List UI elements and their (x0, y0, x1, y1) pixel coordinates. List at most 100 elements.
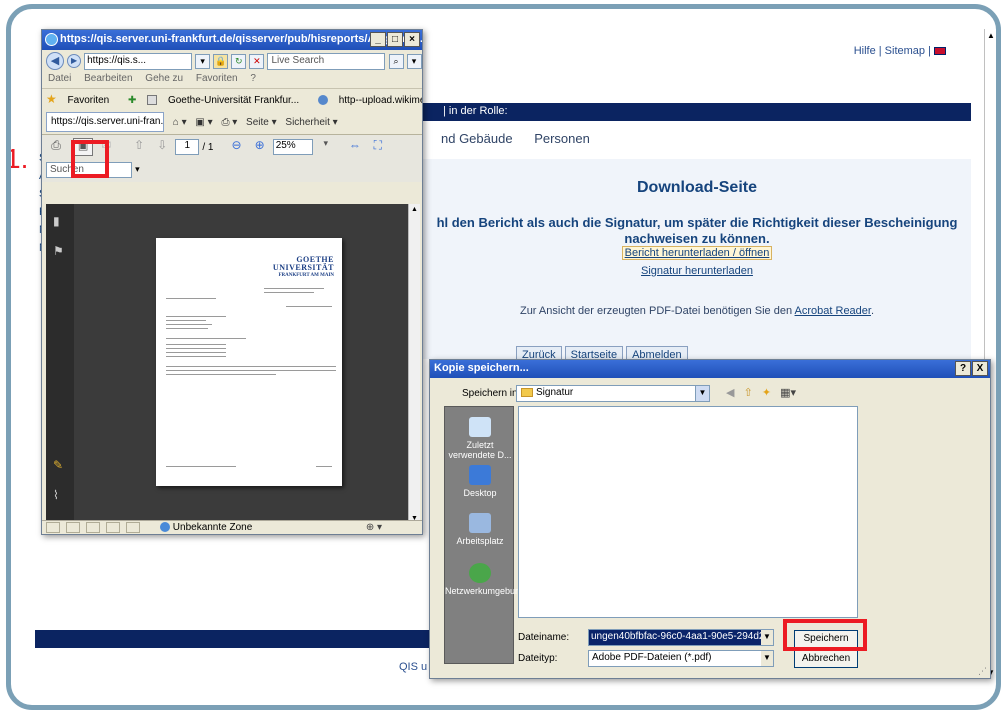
menu-gehe-zu[interactable]: Gehe zu (145, 73, 183, 84)
ie-favorites-bar: ★ Favoriten ✚ Goethe-Universität Frankfu… (42, 88, 422, 110)
place-recent[interactable]: Zuletzt verwendete D... (445, 417, 515, 460)
pages-panel-icon[interactable]: ▮ (53, 214, 67, 228)
resize-grip-icon[interactable]: ⋰ (978, 666, 988, 676)
dialog-titlebar[interactable]: Kopie speichern... ? X (430, 360, 990, 378)
status-segment (106, 522, 120, 533)
favorite-link-wikimedia[interactable]: http--upload.wikimedia.org-... (317, 95, 422, 106)
pdf-search-dropdown-icon[interactable]: ▾ (135, 164, 140, 174)
fit-width-icon[interactable]: ⇔ (345, 138, 365, 156)
window-controls: _ □ × (369, 32, 420, 47)
chevron-down-icon[interactable]: ▼ (761, 630, 773, 645)
cancel-button[interactable]: Abbrechen (794, 650, 858, 668)
page-menu[interactable]: Seite ▾ (246, 117, 277, 128)
comments-icon[interactable]: ✎ (53, 458, 67, 472)
print-pdf-icon[interactable]: ⎙ (46, 138, 66, 156)
text-line (286, 306, 332, 307)
zoom-dropdown-icon[interactable]: ▾ (316, 138, 336, 156)
back-arrow-icon[interactable]: ◀ (46, 52, 64, 70)
search-options-icon[interactable]: ▾ (406, 53, 422, 69)
text-line (166, 370, 336, 371)
pdf-note-text: Zur Ansicht der erzeugten PDF-Datei benö… (519, 305, 793, 317)
filetype-label: Dateityp: (518, 653, 558, 664)
menu-help[interactable]: ? (250, 73, 256, 84)
place-desktop[interactable]: Desktop (445, 465, 515, 498)
live-search-input[interactable]: Live Search (267, 52, 386, 70)
ie-titlebar[interactable]: https://qis.server.uni-frankfurt.de/qiss… (42, 30, 422, 50)
page-total: / 1 (202, 141, 214, 153)
uk-flag-icon[interactable] (934, 47, 946, 56)
attachment-icon[interactable]: ⌇ (53, 488, 67, 502)
close-icon[interactable]: X (972, 361, 988, 376)
place-recent-label: Zuletzt verwendete D... (448, 440, 512, 460)
tab-qis[interactable]: https://qis.server.uni-fran... (46, 112, 164, 132)
refresh-icon[interactable]: ↻ (231, 53, 247, 69)
zoom-in-icon[interactable]: ⊕ (250, 138, 270, 156)
chevron-down-icon[interactable]: ▼ (695, 386, 709, 401)
place-computer-label: Arbeitsplatz (456, 536, 504, 546)
page-down-icon[interactable]: ⇩ (152, 138, 172, 156)
favorites-button[interactable]: ★ Favoriten (46, 92, 117, 106)
top-links-text[interactable]: Hilfe | Sitemap | (854, 45, 931, 57)
screenshot-frame: Hilfe | Sitemap | | in der Rolle: nd Geb… (6, 4, 1001, 710)
place-computer[interactable]: Arbeitsplatz (445, 513, 515, 546)
security-zone: Unbekannte Zone (160, 522, 252, 533)
forward-arrow-icon[interactable]: ▶ (67, 54, 82, 68)
security-menu[interactable]: Sicherheit ▾ (285, 117, 337, 128)
view-menu-icon[interactable]: ▦▾ (780, 387, 796, 399)
menu-item-gebaeude[interactable]: nd Gebäude (441, 131, 513, 146)
dropdown-icon[interactable]: ▾ (195, 53, 211, 69)
text-line (166, 320, 206, 321)
filetype-value: Adobe PDF-Dateien (*.pdf) (592, 652, 712, 663)
fit-page-icon[interactable]: ⛶ (368, 138, 388, 156)
menu-bearbeiten[interactable]: Bearbeiten (84, 73, 132, 84)
pdf-note: Zur Ansicht der erzeugten PDF-Datei benö… (423, 305, 971, 317)
scroll-up-icon[interactable]: ▲ (987, 31, 995, 40)
menu-favoriten[interactable]: Favoriten (196, 73, 238, 84)
top-links[interactable]: Hilfe | Sitemap | (854, 45, 946, 57)
ie-logo-icon (45, 33, 58, 46)
report-download-link[interactable]: Bericht herunterladen / öffnen (621, 246, 773, 260)
signature-download-link[interactable]: Signatur herunterladen (527, 265, 867, 277)
favorite-link-goethe[interactable]: Goethe-Universität Frankfur... (147, 95, 307, 106)
close-icon[interactable]: × (404, 32, 420, 47)
filename-input[interactable]: ungen40bfbfac-96c0-4aa1-90e5-294d27cf278… (588, 629, 774, 646)
back-icon[interactable]: ◀ (726, 387, 734, 399)
menu-datei[interactable]: Datei (48, 73, 71, 84)
places-bar: Zuletzt verwendete D... Desktop Arbeitsp… (444, 406, 525, 664)
desktop-icon (469, 465, 491, 485)
new-folder-icon[interactable]: ✦ (762, 387, 771, 399)
address-input[interactable]: https://qis.s... (84, 52, 193, 70)
text-line (264, 288, 324, 289)
stop-icon[interactable]: ✕ (249, 53, 265, 69)
computer-icon (469, 513, 491, 533)
ie-menubar: Datei Bearbeiten Gehe zu Favoriten ? (42, 72, 422, 88)
status-zoom[interactable]: ⊕ ▾ (366, 522, 382, 533)
dialog-title: Kopie speichern... (434, 362, 529, 374)
look-in-select[interactable]: Signatur ▼ (516, 385, 710, 402)
acrobat-reader-link[interactable]: Acrobat Reader (795, 305, 871, 317)
up-folder-icon[interactable]: ⇧ (744, 387, 753, 399)
lock-icon[interactable]: 🔒 (213, 53, 229, 69)
menu-item-personen[interactable]: Personen (534, 131, 590, 146)
page-number-input[interactable]: 1 (175, 139, 200, 155)
zoom-input[interactable]: 25% (272, 139, 313, 155)
add-favorite-icon[interactable]: ✚ (128, 95, 136, 106)
print-icon[interactable]: ⎙ ▾ (221, 117, 237, 128)
chevron-down-icon[interactable]: ▼ (761, 651, 773, 666)
file-list[interactable] (518, 406, 858, 618)
pdf-scrollbar[interactable]: ▲ ▼ (408, 204, 420, 524)
pdf-note-end: . (870, 305, 875, 317)
page-up-icon[interactable]: ⇧ (129, 138, 149, 156)
feeds-icon[interactable]: ▣ ▾ (195, 117, 212, 128)
text-line (166, 352, 226, 353)
search-icon[interactable]: ⌕ (388, 53, 404, 69)
filetype-select[interactable]: Adobe PDF-Dateien (*.pdf) ▼ (588, 650, 774, 667)
maximize-icon[interactable]: □ (387, 32, 403, 47)
place-network[interactable]: Netzwerkumgebung (445, 563, 525, 596)
scroll-up-icon[interactable]: ▲ (411, 206, 418, 213)
bookmarks-panel-icon[interactable]: ⚑ (53, 244, 67, 258)
zoom-out-icon[interactable]: ⊖ (227, 138, 247, 156)
minimize-icon[interactable]: _ (370, 32, 386, 47)
home-icon[interactable]: ⌂ ▾ (173, 117, 187, 128)
help-icon[interactable]: ? (955, 361, 971, 376)
